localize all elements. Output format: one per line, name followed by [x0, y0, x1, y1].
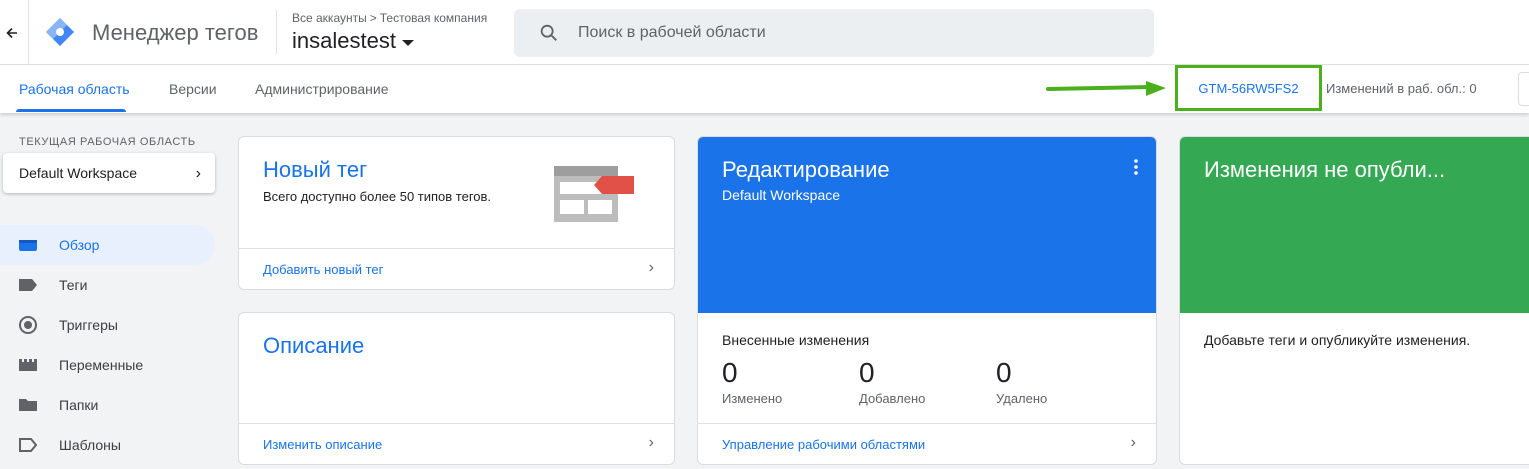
card-footer[interactable]: Добавить новый тег ›	[239, 248, 674, 289]
card-title: Описание	[263, 333, 365, 358]
card-body: Добавьте теги и опубликуйте изменения.	[1204, 332, 1471, 348]
breadcrumb-account[interactable]: Все аккаунты	[292, 11, 367, 25]
stat-value: 0	[859, 357, 875, 388]
stats-title: Внесенные изменения	[722, 332, 870, 348]
caret-down-icon	[401, 40, 414, 46]
folder-icon	[19, 399, 37, 411]
search-input[interactable]: Поиск в рабочей области	[514, 9, 1154, 57]
container-id[interactable]: GTM-56RW5FS2	[1198, 81, 1298, 96]
container-id-link[interactable]: GTM-56RW5FS2	[1175, 65, 1322, 111]
container-selector[interactable]: insalestest	[292, 28, 414, 54]
sidebar-item-label: Папки	[59, 397, 99, 413]
overview-icon	[19, 240, 37, 251]
sidebar-item-tags[interactable]: Теги	[0, 265, 215, 305]
top-bar: Менеджер тегов Все аккаунты > Тестовая ком…	[0, 0, 1529, 65]
stat-modified: 0 Изменено	[722, 357, 782, 406]
chevron-right-icon: ›	[195, 165, 201, 182]
template-icon	[19, 438, 38, 452]
unpublished-card: Изменения не опубли... Добавьте теги и о…	[1179, 136, 1529, 465]
chevron-right-icon: ›	[1130, 434, 1136, 451]
stat-label: Изменено	[722, 391, 783, 406]
add-new-tag-link[interactable]: Добавить новый тег	[263, 262, 383, 277]
stat-value: 0	[722, 357, 738, 388]
card-title[interactable]: Новый тег	[263, 157, 367, 183]
breadcrumb-separator: >	[369, 11, 377, 25]
card-subtitle: Default Workspace	[722, 187, 841, 203]
description-card: Описание Изменить описание ›	[238, 312, 675, 465]
search-icon	[540, 24, 557, 41]
sidebar-item-overview[interactable]: Обзор	[0, 225, 215, 265]
chevron-right-icon: ›	[648, 434, 654, 451]
chevron-right-icon: ›	[648, 259, 654, 276]
sidebar-item-variables[interactable]: Переменные	[0, 345, 215, 385]
active-tab-indicator	[16, 109, 126, 112]
workspace-selector[interactable]: Default Workspace ›	[3, 153, 215, 193]
card-description: Всего доступно более 50 типов тегов.	[263, 189, 492, 204]
sidebar-item-label: Триггеры	[59, 317, 118, 333]
container-name: insalestest	[292, 28, 396, 53]
stat-value: 0	[996, 357, 1012, 388]
sidebar-item-label: Обзор	[59, 237, 100, 253]
unpublished-card-header: Изменения не опубли...	[1180, 137, 1529, 313]
sidebar-item-triggers[interactable]: Триггеры	[0, 305, 215, 345]
manage-workspaces-link[interactable]: Управление рабочими областями	[722, 437, 925, 452]
tag-illustration-icon	[554, 166, 634, 222]
card-title: Редактирование	[722, 157, 890, 182]
tab-admin[interactable]: Администрирование	[255, 81, 389, 97]
new-tag-card: Новый тег Всего доступно более 50 типов …	[238, 136, 675, 290]
tag-icon	[19, 279, 37, 291]
variables-icon	[19, 359, 37, 371]
arrow-left-icon[interactable]	[0, 0, 24, 65]
sidebar-item-label: Переменные	[59, 357, 144, 373]
tab-versions[interactable]: Версии	[169, 81, 217, 97]
workspace-name: Default Workspace	[19, 165, 138, 181]
editing-card: Редактирование Default Workspace Внесенн…	[697, 136, 1157, 465]
tab-workspace[interactable]: Рабочая область	[19, 81, 130, 97]
workspace-section-label: ТЕКУЩАЯ РАБОЧАЯ ОБЛАСТЬ	[19, 136, 196, 148]
workspace-changes: Изменений в раб. обл.: 0	[1326, 81, 1477, 96]
edit-description-link[interactable]: Изменить описание	[263, 437, 382, 452]
divider	[276, 10, 277, 54]
card-footer[interactable]: Управление рабочими областями ›	[698, 423, 1156, 464]
search-placeholder: Поиск в рабочей области	[578, 24, 766, 41]
gtm-logo-icon[interactable]	[44, 16, 76, 48]
annotation-arrow-icon	[1046, 81, 1166, 96]
sidebar-item-folders[interactable]: Папки	[0, 385, 215, 425]
app-title: Менеджер тегов	[92, 20, 259, 45]
divider	[28, 0, 29, 65]
sidebar-item-label: Шаблоны	[59, 437, 121, 453]
card-title: Изменения не опубли...	[1204, 157, 1446, 182]
stat-label: Удалено	[996, 391, 1048, 406]
toolbar-button[interactable]	[1518, 72, 1529, 106]
sidebar-item-label: Теги	[59, 277, 88, 293]
breadcrumb-company[interactable]: Тестовая компания	[380, 11, 487, 25]
stat-deleted: 0 Удалено	[996, 357, 1047, 406]
editing-card-header: Редактирование Default Workspace	[698, 137, 1156, 313]
card-footer[interactable]: Изменить описание ›	[239, 423, 674, 464]
sidebar-item-templates[interactable]: Шаблоны	[0, 425, 215, 465]
trigger-icon	[19, 316, 37, 334]
stat-added: 0 Добавлено	[859, 357, 925, 406]
stat-label: Добавлено	[859, 391, 926, 406]
more-vert-icon[interactable]	[1134, 159, 1138, 175]
breadcrumb[interactable]: Все аккаунты > Тестовая компания	[292, 11, 487, 25]
